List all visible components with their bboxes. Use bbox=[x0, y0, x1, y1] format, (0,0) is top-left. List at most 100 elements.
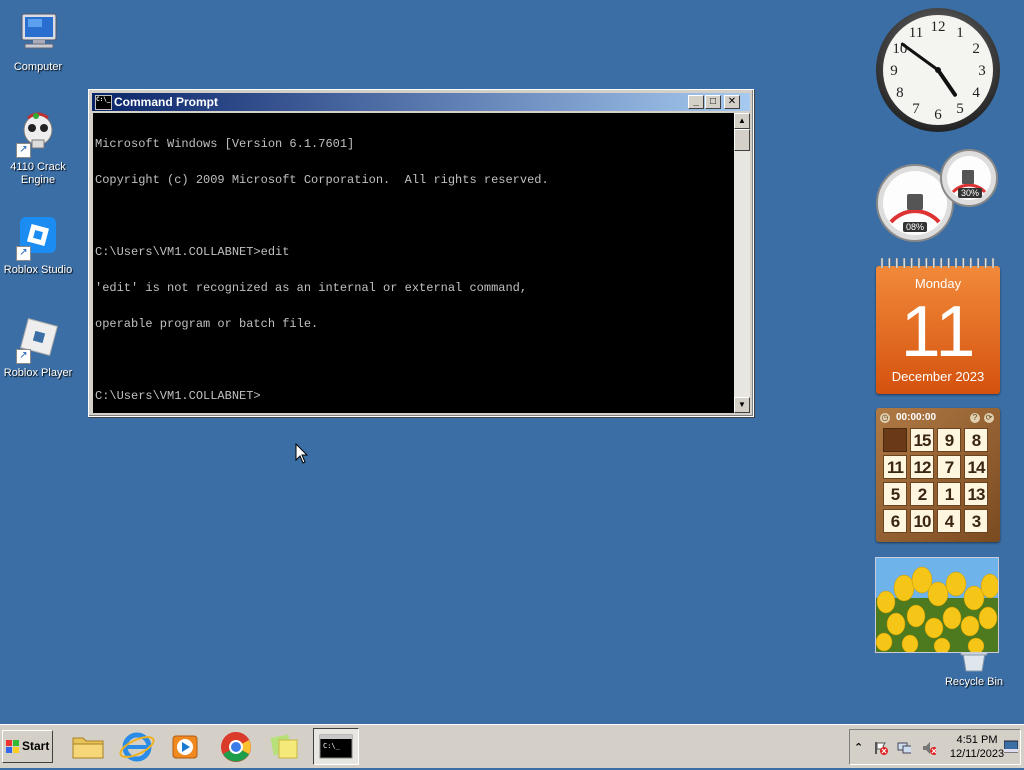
puzzle-tile[interactable]: 11 bbox=[883, 455, 907, 479]
desktop-icon-label: 4110 Crack Engine bbox=[10, 161, 66, 186]
start-button[interactable]: Start bbox=[2, 730, 53, 763]
cpu-percent: 08% bbox=[903, 222, 928, 232]
puzzle-tile[interactable]: 5 bbox=[883, 482, 907, 506]
cmd-icon: C:\_ bbox=[319, 734, 353, 759]
desktop-icon-label: Recycle Bin bbox=[944, 676, 1004, 688]
calendar-binding-rings bbox=[880, 258, 995, 268]
window-title: Command Prompt bbox=[114, 95, 219, 109]
clock-gadget[interactable]: 12 1 2 3 4 5 6 7 8 9 10 11 bbox=[875, 7, 1001, 133]
desktop-icon-label: Roblox Studio bbox=[3, 264, 73, 276]
puzzle-tile[interactable]: 10 bbox=[910, 509, 934, 533]
tulips-photo bbox=[876, 558, 998, 652]
sticky-notes-icon bbox=[270, 734, 298, 759]
puzzle-tile[interactable]: 6 bbox=[883, 509, 907, 533]
network-icon[interactable] bbox=[897, 741, 911, 755]
clock-numeral: 12 bbox=[931, 19, 946, 35]
scroll-down-button[interactable]: ▼ bbox=[734, 397, 750, 413]
desktop-icon-roblox-studio[interactable]: ↗ Roblox Studio bbox=[0, 213, 76, 277]
clock-numeral: 3 bbox=[978, 63, 986, 79]
puzzle-tile[interactable]: 7 bbox=[937, 455, 961, 479]
cmd-icon: C:\_ bbox=[95, 95, 112, 110]
memory-chip-icon bbox=[962, 170, 974, 184]
close-button[interactable]: ✕ bbox=[724, 95, 740, 109]
desktop-icon-label: Computer bbox=[13, 61, 63, 73]
tray-time[interactable]: 4:51 PM bbox=[947, 733, 1007, 747]
windows-logo-icon bbox=[6, 740, 19, 753]
slideshow-gadget[interactable] bbox=[875, 557, 999, 653]
svg-text:C:\_: C:\_ bbox=[323, 742, 341, 750]
timer-icon: ◷ bbox=[880, 413, 890, 423]
console-output[interactable]: Microsoft Windows [Version 6.1.7601] Cop… bbox=[93, 113, 734, 413]
clock-numeral: 11 bbox=[909, 25, 923, 41]
cpu-chip-icon bbox=[907, 194, 923, 210]
calendar-gadget[interactable]: Monday 11 December 2023 bbox=[876, 258, 1000, 394]
show-hidden-icon[interactable]: ⌃ bbox=[854, 741, 868, 755]
start-label: Start bbox=[22, 739, 50, 753]
picture-puzzle-gadget[interactable]: ◷ 00:00:00 ? ⟳ 15 9 8 11 12 7 14 5 2 1 13 6 10 4 3 bbox=[876, 408, 1000, 542]
taskbar-internet-explorer[interactable] bbox=[114, 728, 160, 765]
puzzle-tile[interactable]: 9 bbox=[937, 428, 961, 452]
clock-numeral: 5 bbox=[956, 101, 964, 117]
clock-numeral: 2 bbox=[972, 41, 980, 57]
console-line: Microsoft Windows [Version 6.1.7601] bbox=[95, 137, 355, 151]
desktop-icon-roblox-player[interactable]: ↗ Roblox Player bbox=[0, 316, 76, 380]
puzzle-empty-slot[interactable] bbox=[883, 428, 907, 452]
taskbar-sticky-notes[interactable] bbox=[262, 728, 308, 765]
puzzle-tile[interactable]: 13 bbox=[964, 482, 988, 506]
puzzle-tile[interactable]: 2 bbox=[910, 482, 934, 506]
puzzle-tile[interactable]: 12 bbox=[910, 455, 934, 479]
window-titlebar[interactable]: C:\_ Command Prompt _ □ ✕ bbox=[92, 93, 750, 111]
system-tray: ⌃ 4:51 PM 12/11/2023 bbox=[849, 729, 1021, 765]
media-player-icon bbox=[172, 735, 198, 759]
shuffle-icon[interactable]: ⟳ bbox=[984, 413, 994, 423]
minimize-button[interactable]: _ bbox=[688, 95, 704, 109]
taskbar-command-prompt[interactable]: C:\_ bbox=[313, 728, 359, 765]
puzzle-grid: 15 9 8 11 12 7 14 5 2 1 13 6 10 4 3 bbox=[883, 428, 993, 536]
calendar-weekday: Monday bbox=[914, 276, 962, 291]
calendar-day: 11 bbox=[900, 292, 976, 372]
scroll-thumb[interactable] bbox=[734, 129, 750, 151]
clock-numeral: 9 bbox=[890, 63, 898, 79]
clock-numeral: 6 bbox=[934, 107, 942, 123]
taskbar-media-player[interactable] bbox=[162, 728, 208, 765]
puzzle-tile[interactable]: 1 bbox=[937, 482, 961, 506]
command-prompt-window[interactable]: C:\_ Command Prompt _ □ ✕ Microsoft Wind… bbox=[88, 89, 754, 417]
puzzle-tile[interactable]: 14 bbox=[964, 455, 988, 479]
desktop-icon-crack-engine[interactable]: ↗ 4110 Crack Engine bbox=[0, 110, 76, 187]
scroll-up-button[interactable]: ▲ bbox=[734, 113, 750, 129]
chrome-icon bbox=[221, 732, 251, 762]
puzzle-timer: 00:00:00 bbox=[896, 412, 937, 423]
show-desktop-icon[interactable] bbox=[1004, 740, 1018, 754]
desktop-icon-label: Roblox Player bbox=[3, 367, 73, 379]
console-line: C:\Users\VM1.COLLABNET>edit bbox=[95, 245, 290, 259]
calendar-page: Monday 11 December 2023 bbox=[876, 266, 1000, 394]
clock-face: 12 12 3 45678 9 1011 bbox=[876, 8, 1000, 132]
action-center-icon[interactable] bbox=[874, 741, 888, 755]
console-prompt-line: C:\Users\VM1.COLLABNET> bbox=[95, 389, 261, 403]
puzzle-tile[interactable]: 4 bbox=[937, 509, 961, 533]
clock-numeral: 8 bbox=[896, 85, 904, 101]
clock-numeral: 10 bbox=[892, 41, 907, 57]
folder-icon bbox=[72, 737, 104, 759]
maximize-button[interactable]: □ bbox=[705, 95, 721, 109]
cpu-meter-gadget[interactable]: 08% 30% bbox=[873, 148, 1003, 242]
shortcut-arrow-icon: ↗ bbox=[16, 349, 31, 364]
desktop-icon-computer[interactable]: Computer bbox=[0, 10, 76, 74]
computer-icon bbox=[14, 10, 62, 58]
recycle-bin-icon bbox=[950, 650, 998, 673]
memory-percent: 30% bbox=[958, 188, 983, 198]
puzzle-tile[interactable]: 15 bbox=[910, 428, 934, 452]
tray-date[interactable]: 12/11/2023 bbox=[947, 747, 1007, 761]
mouse-cursor-icon bbox=[295, 443, 309, 464]
clock-numeral: 1 bbox=[956, 25, 964, 41]
desktop-icon-recycle-bin[interactable]: Recycle Bin bbox=[936, 650, 1012, 689]
taskbar-explorer[interactable] bbox=[65, 728, 111, 765]
skull-icon: ↗ bbox=[14, 110, 62, 158]
puzzle-tile[interactable]: 8 bbox=[964, 428, 988, 452]
taskbar-chrome[interactable] bbox=[213, 728, 259, 765]
puzzle-tile[interactable]: 3 bbox=[964, 509, 988, 533]
volume-muted-icon[interactable] bbox=[922, 741, 936, 755]
taskbar: Start C:\_ ⌃ 4:51 PM 12/11/2023 bbox=[0, 724, 1024, 768]
help-icon[interactable]: ? bbox=[970, 413, 980, 423]
vertical-scrollbar[interactable]: ▲ ▼ bbox=[734, 113, 750, 413]
